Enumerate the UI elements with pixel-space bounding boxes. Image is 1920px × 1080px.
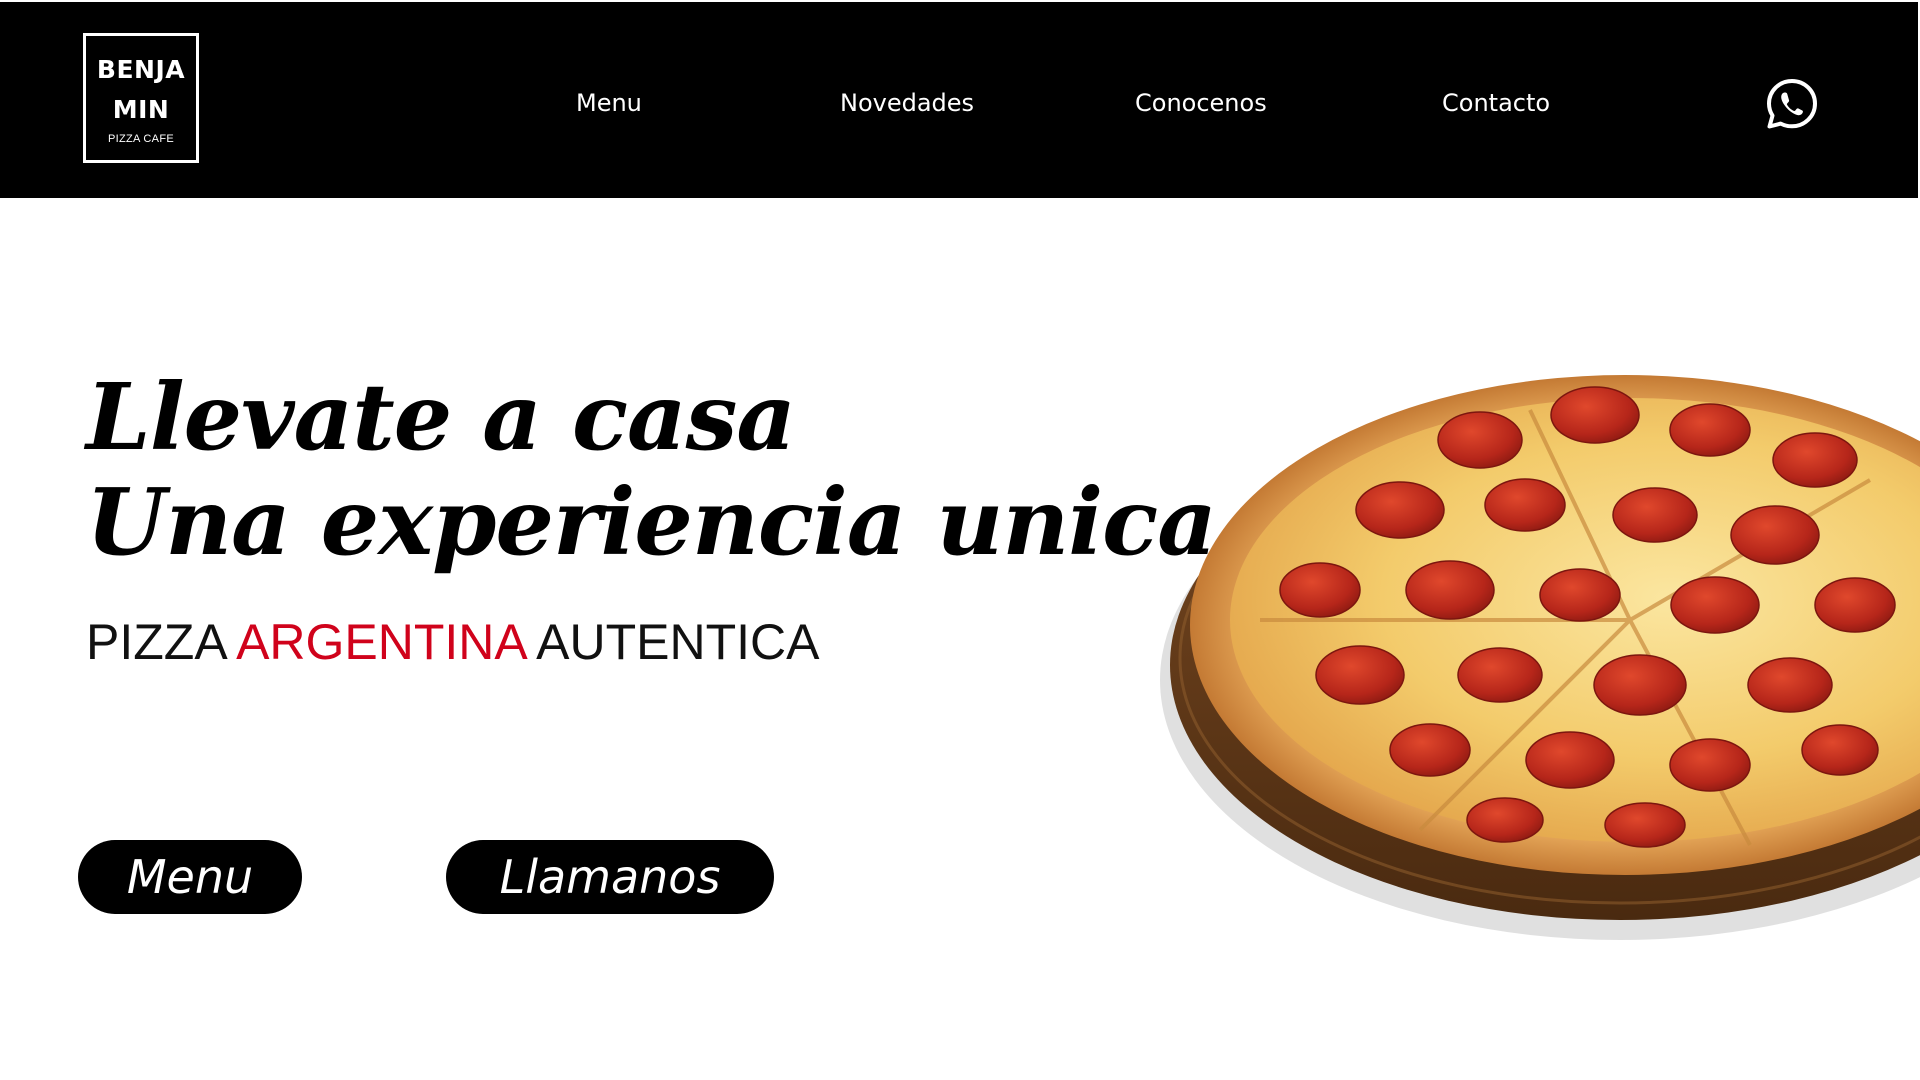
logo[interactable]: BENJA MIN PIZZA CAFE: [83, 33, 199, 163]
tagline-part-1: PIZZA: [86, 614, 237, 670]
hero-tagline: PIZZA ARGENTINA AUTENTICA: [86, 612, 820, 672]
logo-line-1: BENJA: [96, 55, 186, 84]
menu-button[interactable]: Menu: [78, 840, 302, 914]
whatsapp-icon[interactable]: [1765, 77, 1819, 131]
landing-page: BENJA MIN PIZZA CAFE Menu Novedades Cono…: [0, 0, 1920, 1080]
nav-item-conocenos[interactable]: Conocenos: [1135, 88, 1267, 118]
hero-headline-line-1: Llevate a casa: [86, 363, 796, 471]
hero-headline-line-2: Una experiencia unica: [86, 468, 1217, 576]
nav-item-novedades[interactable]: Novedades: [840, 88, 974, 118]
logo-subtitle: PIZZA CAFE: [108, 133, 174, 145]
tagline-highlight: ARGENTINA: [236, 614, 526, 670]
tagline-part-2: AUTENTICA: [525, 614, 820, 670]
logo-line-2: MIN: [112, 95, 170, 124]
nav-item-contacto[interactable]: Contacto: [1442, 88, 1550, 118]
pepperoni-pizza-image: [1160, 375, 1920, 940]
header-bar: BENJA MIN PIZZA CAFE Menu Novedades Cono…: [0, 2, 1918, 198]
nav-item-menu[interactable]: Menu: [576, 88, 642, 118]
call-button[interactable]: Llamanos: [446, 840, 774, 914]
